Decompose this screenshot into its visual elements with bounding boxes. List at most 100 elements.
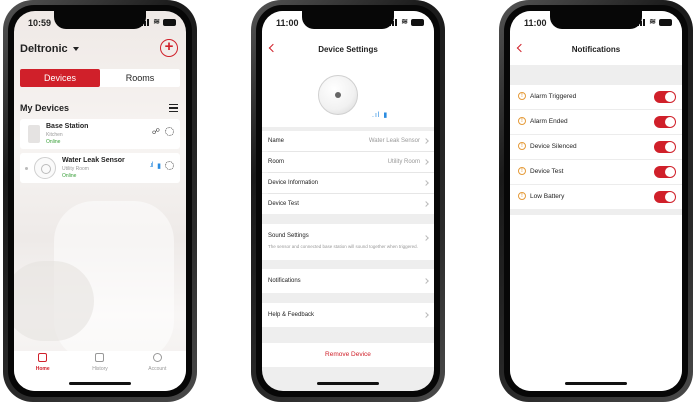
notification-row-device-test: ! Device Test bbox=[510, 160, 682, 184]
phone-home: 10:59 ≋ Deltronic + Devices Rooms My Dev… bbox=[3, 0, 197, 402]
notification-label: Device Test bbox=[530, 168, 564, 175]
row-notifications[interactable]: Notifications bbox=[262, 269, 434, 293]
wifi-icon: ≋ bbox=[401, 17, 408, 26]
status-time: 11:00 bbox=[524, 18, 547, 28]
row-device-information[interactable]: Device Information bbox=[262, 173, 434, 193]
tab-history[interactable]: History bbox=[71, 351, 128, 377]
home-indicator bbox=[317, 382, 379, 385]
phone-notifications: 11:00 ≋ Notifications ! Alarm Triggered … bbox=[499, 0, 693, 402]
home-indicator bbox=[565, 382, 627, 385]
tab-label: Account bbox=[148, 366, 167, 372]
warning-icon: ! bbox=[518, 192, 526, 200]
notification-toggle[interactable] bbox=[654, 141, 676, 153]
chevron-down-icon bbox=[72, 47, 79, 52]
notification-toggle[interactable] bbox=[654, 191, 676, 203]
notification-row-low-battery: ! Low Battery bbox=[510, 185, 682, 209]
tab-label: History bbox=[92, 366, 108, 372]
device-card-water-leak-sensor[interactable]: Water Leak Sensor Utility Room Online .ı… bbox=[20, 153, 180, 183]
section-title: My Devices bbox=[20, 103, 70, 113]
home-indicator bbox=[69, 382, 131, 385]
row-help-feedback[interactable]: Help & Feedback bbox=[262, 303, 434, 327]
gear-icon[interactable] bbox=[165, 127, 174, 136]
phone-bezel: 11:00 ≋ Device Settings .ıl ▮ Name Water… bbox=[256, 5, 440, 397]
device-room: Utility Room bbox=[62, 166, 89, 172]
row-sound-settings[interactable]: Sound Settings The sensor and connected … bbox=[262, 224, 434, 260]
notch bbox=[302, 11, 394, 29]
row-value: Water Leak Sensor bbox=[368, 138, 420, 144]
base-station-thumbnail bbox=[28, 125, 40, 143]
nav-header: Device Settings bbox=[262, 33, 434, 65]
notch bbox=[54, 11, 146, 29]
device-card-base-station[interactable]: Base Station Kitchen Online ☍ bbox=[20, 119, 180, 149]
device-actions: .ıl ▮ bbox=[150, 161, 174, 170]
share-icon[interactable]: ☍ bbox=[152, 127, 160, 136]
notification-toggle[interactable] bbox=[654, 166, 676, 178]
status-time: 10:59 bbox=[28, 18, 52, 28]
device-settings-screen: 11:00 ≋ Device Settings .ıl ▮ Name Water… bbox=[262, 11, 434, 391]
history-icon bbox=[95, 353, 105, 362]
battery-level-icon: ▮ bbox=[157, 162, 161, 170]
signal-battery-icon: .ıl ▮ bbox=[372, 112, 389, 119]
row-name[interactable]: Name Water Leak Sensor bbox=[262, 131, 434, 151]
device-name: Water Leak Sensor bbox=[62, 157, 125, 164]
devices-rooms-toggle: Devices Rooms bbox=[20, 69, 180, 87]
chevron-right-icon bbox=[423, 312, 429, 318]
row-label: Device Information bbox=[268, 180, 319, 186]
device-room: Kitchen bbox=[46, 132, 63, 138]
page-title: Notifications bbox=[571, 45, 621, 54]
warning-icon: ! bbox=[518, 92, 526, 100]
device-status: Online bbox=[46, 139, 61, 145]
water-leak-sensor-image bbox=[318, 75, 358, 115]
remove-device-button[interactable]: Remove Device bbox=[262, 343, 434, 367]
gear-icon[interactable] bbox=[165, 161, 174, 170]
row-label: Help & Feedback bbox=[268, 312, 315, 318]
chevron-right-icon bbox=[423, 278, 429, 284]
row-room[interactable]: Room Utility Room bbox=[262, 152, 434, 172]
phone-device-settings: 11:00 ≋ Device Settings .ıl ▮ Name Water… bbox=[251, 0, 445, 402]
row-label: Device Test bbox=[268, 201, 299, 207]
notification-label: Alarm Triggered bbox=[530, 93, 577, 100]
battery-icon bbox=[411, 18, 424, 26]
nav-header: Notifications bbox=[510, 33, 682, 65]
warning-icon: ! bbox=[518, 167, 526, 175]
sensor-thumbnail bbox=[34, 157, 56, 179]
brand-bar: Deltronic + bbox=[20, 39, 178, 59]
phone-bezel: 10:59 ≋ Deltronic + Devices Rooms My Dev… bbox=[8, 5, 192, 397]
status-dot bbox=[25, 167, 28, 170]
row-label: Room bbox=[268, 159, 285, 165]
signal-strength-icon: .ıl bbox=[149, 162, 154, 169]
menu-icon[interactable] bbox=[169, 104, 178, 112]
notification-row-device-silenced: ! Device Silenced bbox=[510, 135, 682, 159]
add-device-button[interactable]: + bbox=[160, 39, 178, 57]
chevron-right-icon bbox=[423, 159, 429, 165]
device-actions: ☍ bbox=[152, 127, 174, 136]
row-label: Notifications bbox=[268, 278, 301, 284]
phone-bezel: 11:00 ≋ Notifications ! Alarm Triggered … bbox=[504, 5, 688, 397]
background-decor bbox=[14, 261, 94, 341]
account-switcher[interactable]: Deltronic bbox=[20, 43, 79, 55]
device-image-area: .ıl ▮ bbox=[262, 65, 434, 127]
account-icon bbox=[152, 353, 162, 362]
notification-label: Low Battery bbox=[530, 193, 565, 200]
chevron-right-icon bbox=[423, 235, 429, 241]
chevron-right-icon bbox=[423, 201, 429, 207]
wifi-icon: ≋ bbox=[153, 17, 160, 26]
notification-toggle[interactable] bbox=[654, 116, 676, 128]
notification-row-alarm-triggered: ! Alarm Triggered bbox=[510, 85, 682, 109]
chevron-right-icon bbox=[423, 138, 429, 144]
bottom-tab-bar: Home History Account bbox=[14, 351, 186, 377]
tab-devices[interactable]: Devices bbox=[20, 69, 100, 87]
row-label: Sound Settings bbox=[268, 233, 309, 239]
row-label: Name bbox=[268, 138, 285, 144]
tab-home[interactable]: Home bbox=[14, 351, 71, 377]
tab-rooms[interactable]: Rooms bbox=[100, 69, 180, 87]
row-device-test[interactable]: Device Test bbox=[262, 194, 434, 214]
notification-toggle[interactable] bbox=[654, 91, 676, 103]
tab-account[interactable]: Account bbox=[129, 351, 186, 377]
warning-icon: ! bbox=[518, 142, 526, 150]
tab-label: Home bbox=[35, 366, 50, 372]
wifi-icon: ≋ bbox=[649, 17, 656, 26]
my-devices-header: My Devices bbox=[20, 103, 178, 115]
notifications-screen: 11:00 ≋ Notifications ! Alarm Triggered … bbox=[510, 11, 682, 391]
notification-row-alarm-ended: ! Alarm Ended bbox=[510, 110, 682, 134]
